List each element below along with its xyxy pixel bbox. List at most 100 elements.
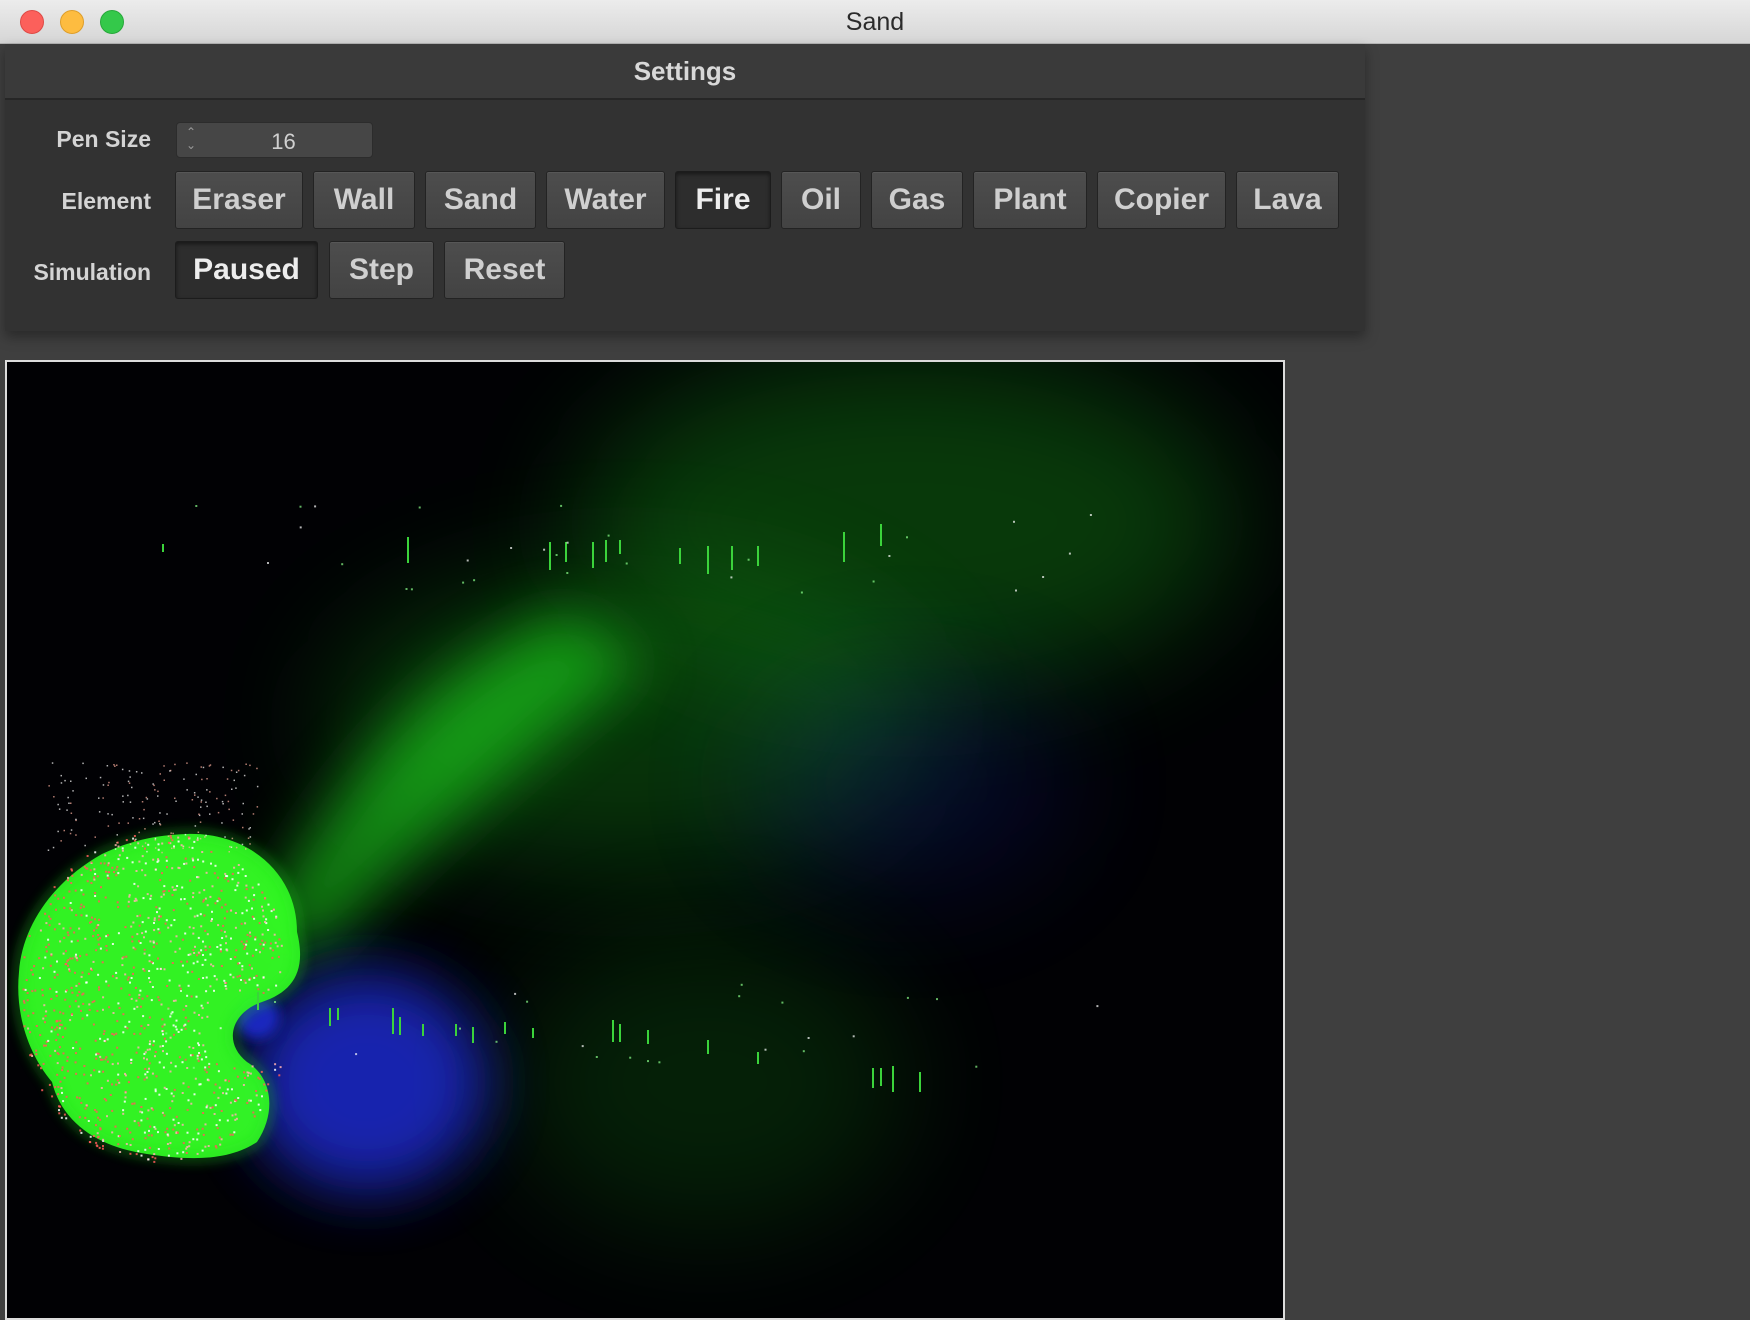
- fire-particle: [158, 999, 161, 1002]
- element-oil-button[interactable]: Oil: [781, 171, 861, 229]
- element-copier-button[interactable]: Copier: [1097, 171, 1226, 229]
- fire-particle: [75, 914, 78, 917]
- fire-particle: [210, 920, 213, 922]
- fire-particle: [53, 928, 56, 931]
- fire-particle: [163, 1037, 166, 1040]
- fire-particle: [86, 1014, 89, 1017]
- fire-particle: [128, 895, 131, 898]
- fire-particle: [26, 999, 29, 1002]
- fire-particle: [214, 1145, 217, 1148]
- spark-particle: [224, 794, 227, 797]
- fire-particle: [225, 935, 228, 938]
- dust-particle: [781, 1001, 784, 1004]
- fire-particle: [67, 959, 70, 961]
- element-sand-button[interactable]: Sand: [425, 171, 536, 229]
- fire-particle: [115, 977, 118, 980]
- dust-particle: [888, 555, 891, 557]
- dust-particle: [355, 1053, 358, 1056]
- fire-particle: [111, 1063, 114, 1066]
- fire-particle: [142, 897, 145, 900]
- fire-particle: [170, 1092, 173, 1095]
- fire-particle: [216, 946, 219, 948]
- spark-particle: [188, 846, 191, 849]
- fire-particle: [204, 1123, 207, 1126]
- plant-strand: [407, 537, 409, 563]
- fire-particle: [186, 971, 189, 974]
- fire-particle: [66, 879, 69, 882]
- spark-particle: [75, 834, 77, 836]
- spark-particle: [232, 819, 235, 821]
- fire-particle: [215, 1063, 218, 1066]
- fire-particle: [158, 1093, 161, 1096]
- fire-particle: [245, 884, 248, 887]
- fire-particle: [124, 1096, 127, 1099]
- simulation-render[interactable]: [7, 362, 1283, 1318]
- element-lava-button[interactable]: Lava: [1236, 171, 1339, 229]
- paused-button[interactable]: Paused: [175, 241, 318, 299]
- pen-size-spinbox[interactable]: ⌃ ⌄ 16: [176, 122, 373, 158]
- spark-particle: [121, 768, 124, 771]
- simulation-canvas[interactable]: [5, 360, 1285, 1320]
- fire-particle: [274, 1068, 277, 1071]
- step-button[interactable]: Step: [329, 241, 434, 299]
- fire-particle: [263, 1083, 266, 1086]
- fire-particle: [79, 1129, 82, 1132]
- fire-particle: [272, 908, 275, 911]
- dust-particle: [526, 1000, 529, 1003]
- element-water-button[interactable]: Water: [546, 171, 665, 229]
- fire-particle: [99, 1037, 102, 1040]
- fire-particle: [251, 1065, 254, 1068]
- fire-particle: [98, 986, 100, 989]
- fire-particle: [97, 1116, 100, 1119]
- fire-particle: [186, 1067, 189, 1069]
- fire-particle: [197, 951, 200, 954]
- fire-particle: [44, 1021, 46, 1024]
- fire-particle: [201, 1127, 204, 1130]
- fire-particle: [177, 836, 180, 839]
- spark-particle: [166, 813, 168, 815]
- fire-particle: [93, 878, 96, 881]
- fire-particle: [280, 944, 283, 947]
- element-plant-button[interactable]: Plant: [973, 171, 1087, 229]
- plant-strand: [605, 540, 607, 562]
- fire-particle: [65, 950, 67, 953]
- fire-particle: [172, 1095, 175, 1098]
- fire-particle: [111, 1053, 114, 1056]
- element-gas-button[interactable]: Gas: [871, 171, 963, 229]
- element-wall-button[interactable]: Wall: [313, 171, 415, 229]
- spark-particle: [58, 808, 61, 810]
- gas-cloud: [507, 932, 907, 1232]
- fire-particle: [75, 953, 77, 956]
- spark-particle: [224, 836, 226, 838]
- fire-particle: [40, 1067, 42, 1070]
- fire-particle: [219, 1143, 222, 1146]
- fire-particle: [193, 915, 196, 918]
- fire-particle: [175, 935, 178, 938]
- dust-particle: [872, 580, 875, 583]
- fire-particle: [264, 921, 266, 923]
- spark-particle: [152, 783, 154, 785]
- fire-particle: [141, 921, 144, 924]
- fire-particle: [205, 871, 208, 874]
- fire-particle: [30, 969, 33, 972]
- fire-particle: [184, 1058, 187, 1061]
- reset-button[interactable]: Reset: [444, 241, 565, 299]
- dust-particle: [165, 1032, 168, 1035]
- pen-size-value[interactable]: 16: [177, 129, 372, 155]
- settings-header[interactable]: Settings: [5, 44, 1365, 100]
- spark-particle: [122, 801, 124, 803]
- fire-particle: [174, 999, 177, 1002]
- fire-particle: [98, 988, 101, 991]
- fire-particle: [234, 889, 237, 892]
- fire-particle: [174, 1065, 177, 1068]
- fire-particle: [193, 1093, 196, 1096]
- fire-particle: [95, 1053, 98, 1056]
- element-eraser-button[interactable]: Eraser: [175, 171, 303, 229]
- fire-particle: [162, 893, 165, 896]
- fire-particle: [152, 940, 155, 943]
- spark-particle: [221, 800, 224, 803]
- fire-particle: [67, 876, 69, 879]
- fire-particle: [38, 977, 41, 979]
- water-cloud: [747, 672, 1067, 892]
- element-fire-button[interactable]: Fire: [675, 171, 771, 229]
